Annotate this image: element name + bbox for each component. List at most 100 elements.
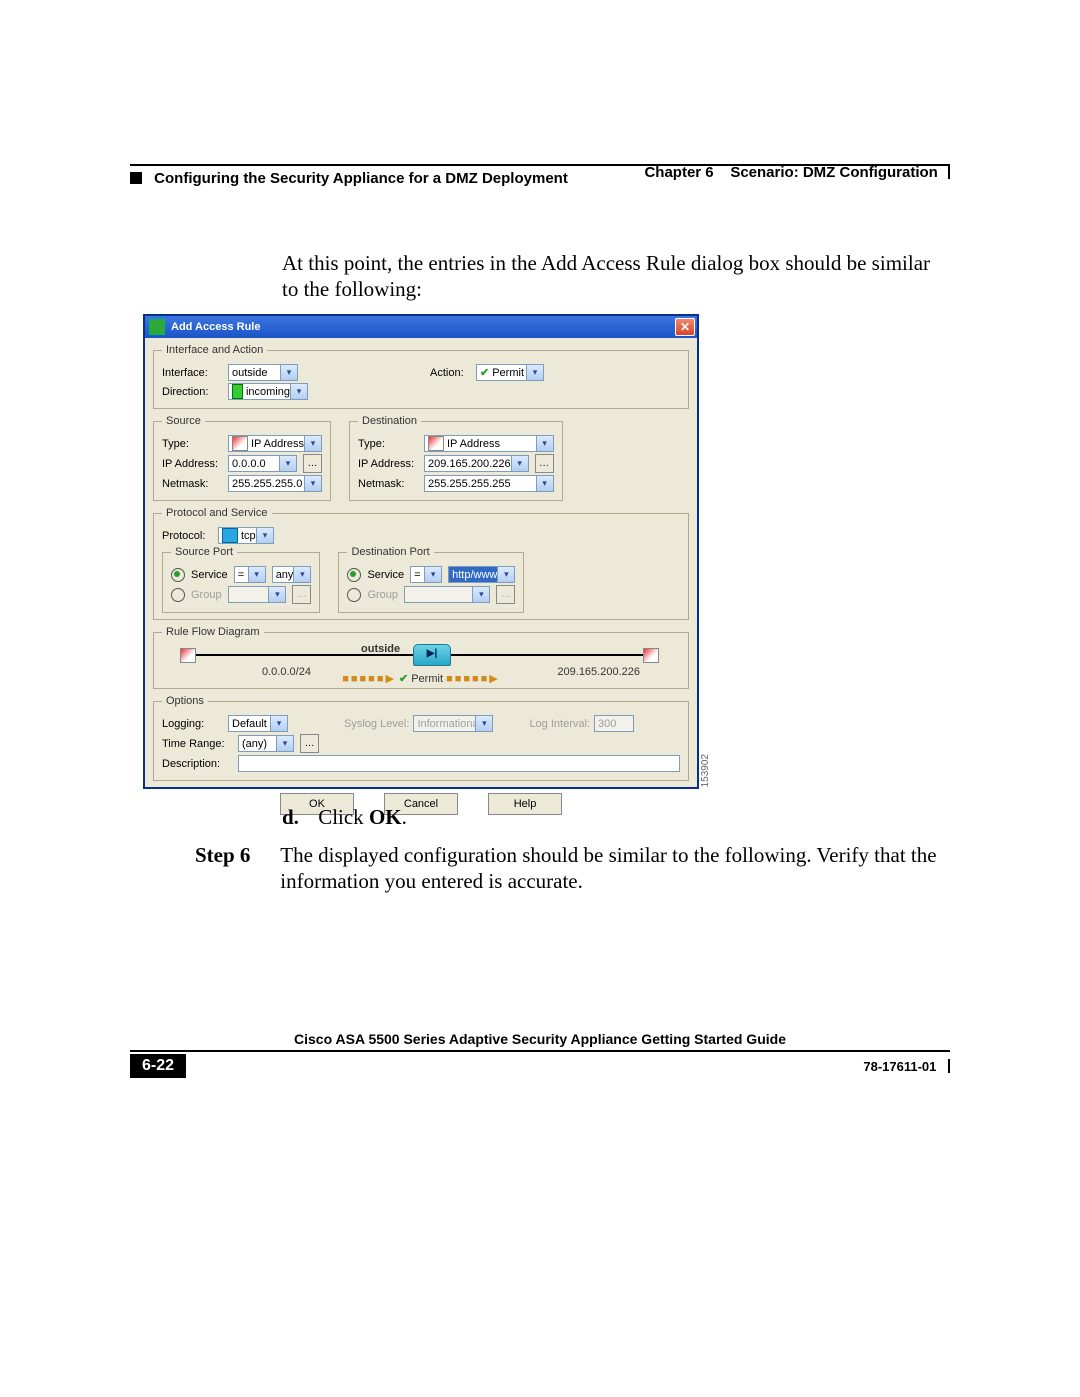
footer-page-number: 6-22 <box>130 1054 186 1078</box>
chevron-down-icon: ▾ <box>526 365 543 380</box>
chevron-down-icon: ▾ <box>256 528 273 543</box>
direction-label: Direction: <box>162 386 222 398</box>
description-label: Description: <box>162 758 232 770</box>
src-op-value: = <box>238 569 244 581</box>
dst-service-label: Service <box>367 569 404 581</box>
syslog-value: Informational <box>417 718 481 730</box>
interval-label: Log Interval: <box>529 718 590 730</box>
dst-group-radio[interactable] <box>347 588 361 602</box>
src-ip-value: 0.0.0.0 <box>232 458 266 470</box>
src-ip-browse-button[interactable]: … <box>303 454 322 473</box>
logging-value: Default <box>232 718 267 730</box>
close-icon[interactable]: ✕ <box>675 318 695 336</box>
chevron-down-icon: ▾ <box>293 567 310 582</box>
substep-suffix: . <box>402 805 407 829</box>
dst-ip-browse-button[interactable]: … <box>535 454 554 473</box>
logging-label: Logging: <box>162 718 222 730</box>
action-value: Permit <box>492 367 524 379</box>
legend-dstport: Destination Port <box>347 546 433 558</box>
substep-bold: OK <box>369 805 402 829</box>
chevron-down-icon: ▾ <box>304 436 321 451</box>
timerange-value: (any) <box>242 738 267 750</box>
logging-combo[interactable]: Default ▾ <box>228 715 288 732</box>
substep-prefix: Click <box>318 805 369 829</box>
dst-op-value: = <box>414 569 420 581</box>
substep-letter: d. <box>282 805 299 829</box>
src-op-combo[interactable]: = ▾ <box>234 566 266 583</box>
src-service-combo[interactable]: any ▾ <box>272 566 312 583</box>
chevron-down-icon: ▾ <box>472 587 489 602</box>
running-head: Chapter 6 Scenario: DMZ Configuration Co… <box>130 164 950 187</box>
group-destination-port: Destination Port Service = ▾ http/www ▾ <box>338 546 524 613</box>
scenario-label: Scenario: DMZ Configuration <box>730 164 938 181</box>
chevron-down-icon: ▾ <box>280 365 297 380</box>
legend-interface-action: Interface and Action <box>162 344 267 356</box>
legend-options: Options <box>162 695 208 707</box>
protocol-combo[interactable]: tcp ▾ <box>218 527 274 544</box>
dst-mask-combo[interactable]: 255.255.255.255 ▾ <box>424 475 554 492</box>
group-protocol: Protocol and Service Protocol: tcp ▾ Sou… <box>153 507 689 620</box>
chevron-down-icon: ▾ <box>270 716 287 731</box>
footer-tick-icon <box>948 1059 950 1073</box>
legend-protocol: Protocol and Service <box>162 507 272 519</box>
src-ip-label: IP Address: <box>162 458 222 470</box>
chevron-down-icon: ▾ <box>268 587 285 602</box>
flow-arrow-right-icon: ■■■■■▶ <box>446 673 500 685</box>
chevron-down-icon: ▾ <box>424 567 441 582</box>
timerange-combo[interactable]: (any) ▾ <box>238 735 294 752</box>
src-group-label: Group <box>191 589 222 601</box>
src-type-label: Type: <box>162 438 222 450</box>
src-type-value: IP Address <box>251 438 304 450</box>
footer-doc-number: 78-17611-01 <box>863 1059 936 1074</box>
step-6: Step 6 The displayed configuration shoul… <box>195 842 945 895</box>
chapter-label: Chapter 6 <box>644 164 713 181</box>
flow-src-caption: 0.0.0.0/24 <box>262 666 311 678</box>
dst-type-value: IP Address <box>447 438 500 450</box>
direction-combo[interactable]: incoming ▾ <box>228 383 308 400</box>
group-interface-action: Interface and Action Interface: outside … <box>153 344 689 409</box>
dst-service-value: http/www <box>452 569 497 581</box>
section-marker-icon <box>130 172 142 184</box>
src-service-value: any <box>276 569 294 581</box>
flow-check-icon: ✔ <box>399 673 408 685</box>
direction-value: incoming <box>246 386 290 398</box>
legend-destination: Destination <box>358 415 421 427</box>
dst-service-radio[interactable] <box>347 568 361 582</box>
chevron-down-icon: ▾ <box>276 736 293 751</box>
src-service-radio[interactable] <box>171 568 185 582</box>
dst-ip-combo[interactable]: 209.165.200.226 ▾ <box>424 455 529 472</box>
dst-mask-value: 255.255.255.255 <box>428 478 511 490</box>
src-group-radio[interactable] <box>171 588 185 602</box>
interface-label: Interface: <box>162 367 222 379</box>
flow-interface: outside <box>361 643 400 655</box>
section-title: Configuring the Security Appliance for a… <box>154 170 568 187</box>
chevron-down-icon: ▾ <box>536 476 553 491</box>
flow-dst-icon <box>643 648 659 663</box>
page-footer: Cisco ASA 5500 Series Adaptive Security … <box>130 1031 950 1078</box>
timerange-browse-button[interactable]: … <box>300 734 319 753</box>
src-type-combo[interactable]: IP Address ▾ <box>228 435 322 452</box>
chevron-down-icon: ▾ <box>475 716 492 731</box>
chevron-down-icon: ▾ <box>536 436 553 451</box>
description-field[interactable] <box>238 755 680 772</box>
syslog-combo: Informational ▾ <box>413 715 493 732</box>
dst-ip-value: 209.165.200.226 <box>428 458 511 470</box>
incoming-icon <box>232 384 243 399</box>
dst-group-combo: ▾ <box>404 586 490 603</box>
src-group-browse-button: … <box>292 585 311 604</box>
figure-number: 153902 <box>700 754 711 787</box>
step-label: Step 6 <box>195 842 275 868</box>
src-mask-combo[interactable]: 255.255.255.0 ▾ <box>228 475 322 492</box>
legend-srcport: Source Port <box>171 546 237 558</box>
dst-op-combo[interactable]: = ▾ <box>410 566 442 583</box>
dst-ip-label: IP Address: <box>358 458 418 470</box>
dst-service-combo[interactable]: http/www ▾ <box>448 566 515 583</box>
flow-src-icon <box>180 648 196 663</box>
step-text: The displayed configuration should be si… <box>280 842 940 895</box>
src-ip-combo[interactable]: 0.0.0.0 ▾ <box>228 455 297 472</box>
action-combo[interactable]: ✔ Permit ▾ <box>476 364 544 381</box>
dst-type-combo[interactable]: IP Address ▾ <box>424 435 554 452</box>
interval-value: 300 <box>598 718 616 730</box>
interface-combo[interactable]: outside ▾ <box>228 364 298 381</box>
ip-icon <box>232 436 248 451</box>
